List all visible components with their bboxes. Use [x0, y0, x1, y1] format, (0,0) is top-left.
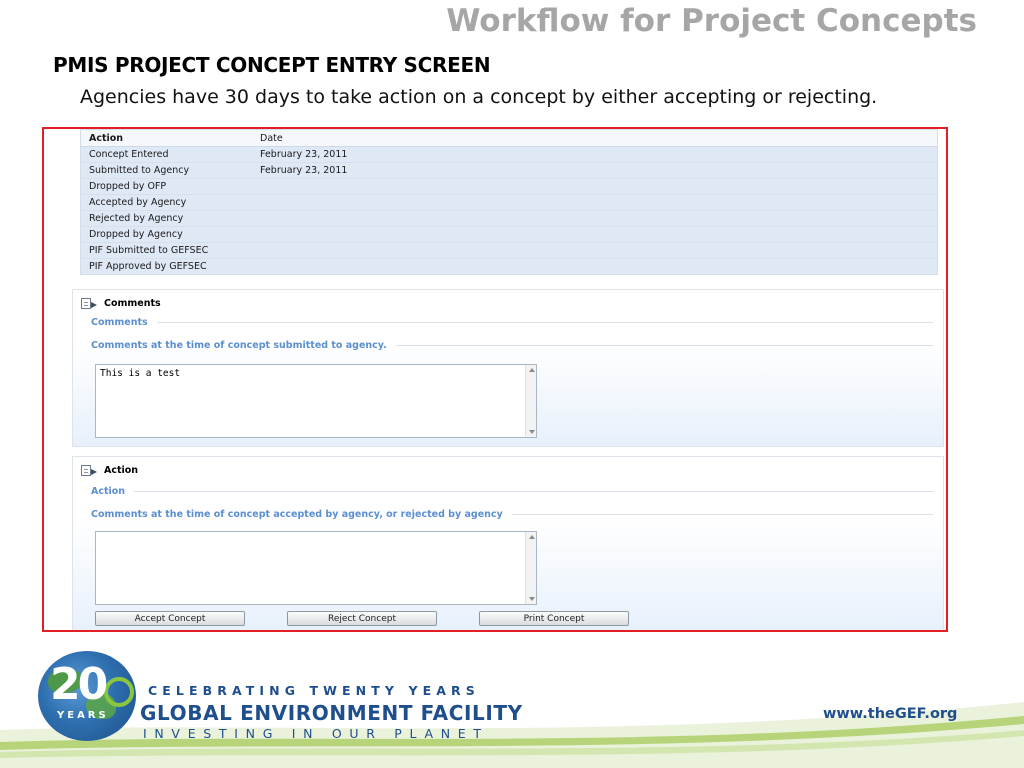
footer-org-name: GLOBAL ENVIRONMENT FACILITY: [140, 701, 523, 725]
collapse-panel-icon[interactable]: [81, 464, 97, 476]
comments-field-label: Comments at the time of concept submitte…: [91, 340, 933, 351]
gef-globe-logo: 20 YEARS: [38, 651, 136, 741]
slide-heading: PMIS PROJECT CONCEPT ENTRY SCREEN: [53, 53, 491, 77]
row-action: Rejected by Agency: [89, 213, 184, 224]
action-field-label-text: Comments at the time of concept accepted…: [91, 509, 503, 520]
scroll-down-icon[interactable]: [529, 430, 535, 434]
textarea-scrollbar[interactable]: [525, 365, 536, 437]
table-header-row: Action Date: [81, 130, 937, 147]
print-concept-button[interactable]: Print Concept: [479, 611, 629, 626]
scroll-up-icon[interactable]: [529, 535, 535, 539]
slide-subheading: Agencies have 30 days to take action on …: [80, 86, 878, 108]
row-action: PIF Approved by GEFSEC: [89, 261, 207, 272]
textarea-scrollbar[interactable]: [525, 532, 536, 604]
table-row: PIF Approved by GEFSEC: [81, 259, 937, 275]
comments-field-label-text: Comments at the time of concept submitte…: [91, 340, 387, 351]
row-action: Submitted to Agency: [89, 165, 190, 176]
column-header-date: Date: [260, 132, 283, 144]
slide-title: Workflow for Project Concepts: [446, 3, 977, 39]
action-panel: Action Action Comments at the time of co…: [72, 456, 944, 630]
comments-panel-title: Comments: [104, 297, 161, 309]
logo-ring-icon: [104, 677, 134, 707]
workflow-status-table: Action Date Concept Entered February 23,…: [80, 129, 938, 275]
logo-number: 20: [50, 659, 108, 710]
agency-decision-comments-textarea[interactable]: [95, 531, 537, 605]
action-field-label: Comments at the time of concept accepted…: [91, 509, 933, 520]
row-date: February 23, 2011: [260, 149, 348, 160]
row-action: PIF Submitted to GEFSEC: [89, 245, 209, 256]
scroll-down-icon[interactable]: [529, 597, 535, 601]
footer-website-link[interactable]: www.theGEF.org: [823, 706, 957, 722]
row-action: Dropped by Agency: [89, 229, 183, 240]
table-row: PIF Submitted to GEFSEC: [81, 243, 937, 259]
table-row: Rejected by Agency: [81, 211, 937, 227]
footer-tagline-top: CELEBRATING TWENTY YEARS: [148, 683, 480, 698]
comments-section-label: Comments: [91, 317, 933, 328]
logo-years: YEARS: [57, 710, 109, 721]
textarea-value: This is a test: [100, 368, 181, 379]
reject-concept-button[interactable]: Reject Concept: [287, 611, 437, 626]
action-panel-title: Action: [104, 464, 139, 476]
action-section-label: Action: [91, 486, 933, 497]
footer-tagline-bottom: INVESTING IN OUR PLANET: [143, 726, 489, 741]
comments-section-text: Comments: [91, 317, 148, 328]
accept-concept-button[interactable]: Accept Concept: [95, 611, 245, 626]
table-row: Dropped by Agency: [81, 227, 937, 243]
concept-submitted-comments-textarea[interactable]: This is a test: [95, 364, 537, 438]
comments-panel: Comments Comments Comments at the time o…: [72, 289, 944, 447]
table-row: Accepted by Agency: [81, 195, 937, 211]
action-panel-header[interactable]: Action: [81, 463, 138, 477]
row-action: Dropped by OFP: [89, 181, 167, 192]
table-row: Submitted to Agency February 23, 2011: [81, 163, 937, 179]
table-row: Concept Entered February 23, 2011: [81, 147, 937, 163]
row-date: February 23, 2011: [260, 165, 348, 176]
scroll-up-icon[interactable]: [529, 368, 535, 372]
table-row: Dropped by OFP: [81, 179, 937, 195]
comments-panel-header[interactable]: Comments: [81, 296, 161, 310]
row-action: Accepted by Agency: [89, 197, 187, 208]
action-section-text: Action: [91, 486, 126, 497]
column-header-action: Action: [89, 132, 124, 144]
row-action: Concept Entered: [89, 149, 169, 160]
pmis-screenshot-frame: Action Date Concept Entered February 23,…: [42, 127, 948, 632]
collapse-panel-icon[interactable]: [81, 297, 97, 309]
